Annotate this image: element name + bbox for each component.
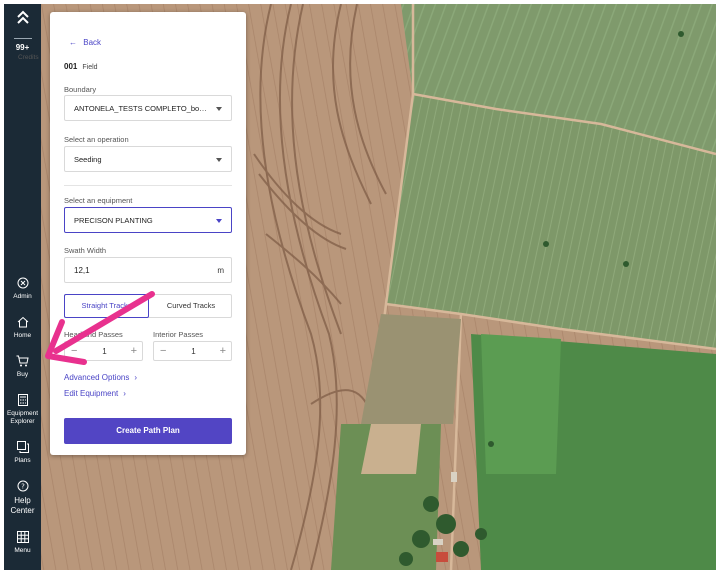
edit-equipment-link[interactable]: Edit Equipment › [64, 389, 126, 398]
operation-label: Select an operation [64, 135, 129, 144]
calculator-icon [17, 394, 28, 406]
equipment-value: PRECISON PLANTING [74, 216, 153, 225]
sidebar: 99+ Credits Admin Home Buy Equipment Exp… [4, 4, 41, 570]
logo-icon[interactable] [4, 10, 41, 29]
copy-icon [16, 441, 29, 453]
credits-count: 99+ [15, 43, 30, 52]
close-circle-icon [17, 277, 28, 289]
plus-icon[interactable]: + [131, 345, 137, 357]
sidebar-item-plans[interactable]: Plans [4, 441, 41, 465]
sidebar-item-label: Equipment [6, 410, 39, 417]
sidebar-item-menu[interactable]: Menu [4, 531, 41, 555]
interior-passes-stepper[interactable]: − 1 + [153, 341, 232, 361]
swath-width-input[interactable]: 12,1 m [64, 257, 232, 283]
chevron-right-icon: › [134, 373, 138, 382]
help-circle-icon: ? [17, 480, 28, 492]
credits-indicator[interactable]: 99+ Credits [4, 38, 41, 61]
equipment-select[interactable]: PRECISON PLANTING [64, 207, 232, 233]
divider [13, 38, 32, 39]
sidebar-item-label: Help [14, 496, 31, 505]
field-id: 001 [64, 62, 78, 71]
sidebar-item-admin[interactable]: Admin [4, 277, 41, 301]
equipment-label: Select an equipment [64, 196, 133, 205]
operation-select[interactable]: Seeding [64, 146, 232, 172]
operation-value: Seeding [74, 155, 102, 164]
app-frame: 99+ Credits Admin Home Buy Equipment Exp… [4, 4, 716, 570]
home-icon [17, 316, 28, 328]
sidebar-item-label: Menu [14, 547, 31, 554]
headland-passes-stepper[interactable]: − 1 + [64, 341, 143, 361]
sidebar-item-label: Buy [16, 371, 29, 378]
create-path-plan-button[interactable]: Create Path Plan [64, 418, 232, 444]
back-label: Back [83, 38, 102, 47]
chevron-right-icon: › [123, 389, 126, 398]
caret-down-icon [216, 107, 222, 111]
cart-icon [16, 355, 29, 367]
sidebar-item-help-center[interactable]: ? Help Center [4, 480, 41, 516]
swath-width-unit: m [217, 266, 224, 275]
swath-width-label: Swath Width [64, 246, 107, 255]
advanced-options-link[interactable]: Advanced Options › [64, 373, 137, 382]
caret-down-icon [216, 158, 222, 162]
curved-tracks-option[interactable]: Curved Tracks [149, 295, 233, 317]
sidebar-item-label: Home [13, 332, 32, 339]
interior-passes-label: Interior Passes [153, 330, 204, 339]
sidebar-item-label: Explorer [10, 418, 35, 425]
field-type: Field [82, 64, 98, 71]
back-link[interactable]: ← Back [69, 38, 101, 47]
plus-icon[interactable]: + [220, 345, 226, 357]
path-plan-panel: ← Back 001 Field Boundary ANTONELA_TESTS … [50, 12, 246, 455]
boundary-label: Boundary [64, 85, 97, 94]
sidebar-item-equipment-explorer[interactable]: Equipment Explorer [4, 394, 41, 426]
advanced-options-label: Advanced Options [64, 373, 130, 382]
sidebar-item-buy[interactable]: Buy [4, 355, 41, 379]
divider [64, 185, 232, 186]
boundary-select[interactable]: ANTONELA_TESTS COMPLETO_boundary [64, 95, 232, 121]
sidebar-item-label: Center [10, 506, 35, 515]
credits-label: Credits [18, 54, 39, 61]
sidebar-item-home[interactable]: Home [4, 316, 41, 340]
headland-passes-label: Headland Passes [64, 330, 123, 339]
swath-width-value: 12,1 [74, 266, 90, 275]
track-type-toggle: Straight Tracks Curved Tracks [64, 294, 232, 318]
edit-equipment-label: Edit Equipment [64, 389, 119, 398]
sidebar-item-label: Admin [13, 293, 32, 300]
sidebar-item-label: Plans [14, 457, 31, 464]
grid-icon [16, 531, 29, 543]
arrow-left-icon: ← [69, 38, 77, 47]
caret-down-icon [216, 219, 222, 223]
straight-tracks-option[interactable]: Straight Tracks [64, 294, 149, 318]
boundary-value: ANTONELA_TESTS COMPLETO_boundary [74, 104, 223, 113]
field-header: 001 Field [64, 62, 98, 71]
svg-text:?: ? [21, 483, 25, 491]
